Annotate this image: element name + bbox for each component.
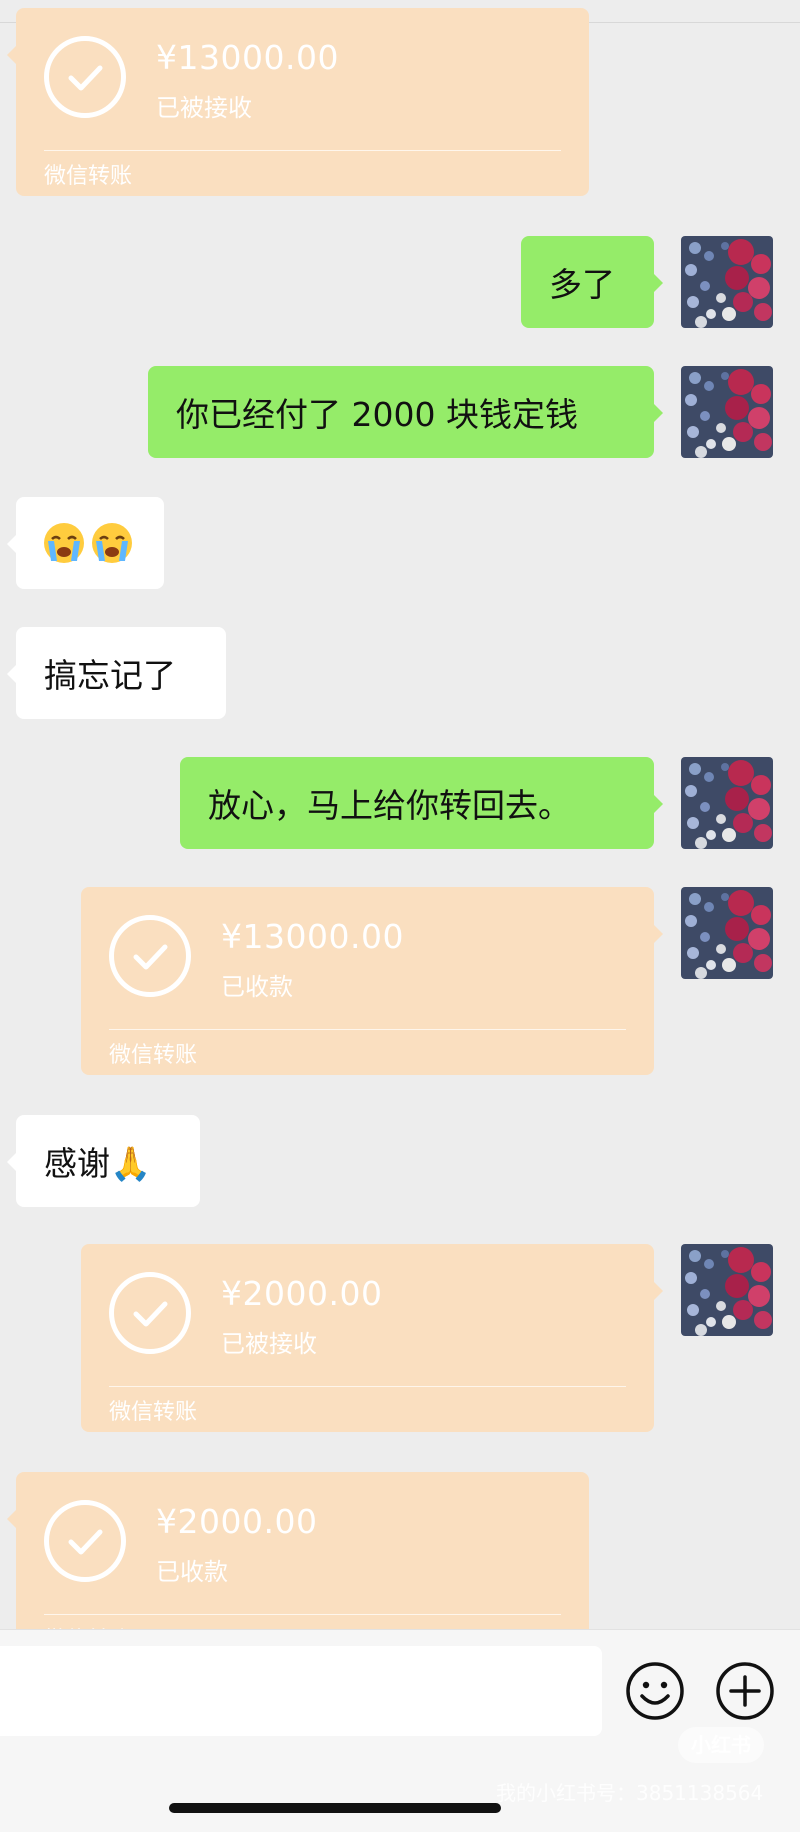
transfer-divider: [109, 1029, 626, 1030]
plus-circle-icon[interactable]: [714, 1660, 776, 1722]
transfer-brand: 微信转账: [109, 1043, 198, 1068]
transfer-card-received[interactable]: ¥2000.00 已被接收 微信转账: [81, 1244, 663, 1432]
check-circle-icon: [109, 1272, 191, 1354]
message-text: 搞忘记了: [44, 656, 176, 695]
message-text: 你已经付了 2000 块钱定钱: [176, 395, 578, 434]
avatar[interactable]: [681, 887, 773, 979]
watermark-badge: 小红书: [678, 1727, 764, 1763]
message-text: 多了: [549, 265, 615, 304]
transfer-brand: 微信转账: [44, 164, 133, 189]
message-bubble-outgoing[interactable]: 你已经付了 2000 块钱定钱: [148, 366, 663, 458]
loudly-crying-face-icon: [92, 523, 132, 563]
transfer-amount: ¥2000.00: [221, 1274, 383, 1313]
transfer-divider: [44, 1614, 561, 1615]
transfer-divider: [109, 1386, 626, 1387]
message-input[interactable]: [0, 1646, 602, 1736]
message-text: 感谢🙏: [44, 1144, 152, 1183]
avatar[interactable]: [681, 236, 773, 328]
transfer-amount: ¥2000.00: [156, 1502, 318, 1541]
transfer-amount: ¥13000.00: [156, 38, 339, 77]
transfer-status: 已被接收: [156, 94, 252, 122]
message-text: 放心，马上给你转回去。: [208, 786, 571, 825]
transfer-brand: 微信转账: [109, 1400, 198, 1425]
avatar[interactable]: [681, 1244, 773, 1336]
smiley-face-icon[interactable]: [624, 1660, 686, 1722]
loudly-crying-face-icon: [44, 523, 84, 563]
transfer-status: 已被接收: [221, 1330, 317, 1358]
transfer-amount: ¥13000.00: [221, 917, 404, 956]
transfer-status: 已收款: [156, 1558, 228, 1586]
home-indicator[interactable]: [169, 1803, 501, 1813]
avatar[interactable]: [681, 757, 773, 849]
check-circle-icon: [44, 36, 126, 118]
message-bubble-outgoing[interactable]: 多了: [521, 236, 663, 328]
message-bubble-incoming[interactable]: 搞忘记了: [7, 627, 226, 719]
watermark-id: 我的小红书号：3851138564: [496, 1781, 764, 1805]
transfer-card-received[interactable]: ¥13000.00 已被接收 微信转账: [7, 8, 589, 196]
check-circle-icon: [109, 915, 191, 997]
message-bubble-incoming[interactable]: [7, 497, 164, 589]
transfer-divider: [44, 150, 561, 151]
transfer-status: 已收款: [221, 973, 293, 1001]
transfer-card-collected[interactable]: ¥13000.00 已收款 微信转账: [81, 887, 663, 1075]
avatar[interactable]: [681, 366, 773, 458]
message-bubble-incoming[interactable]: 感谢🙏: [7, 1115, 200, 1207]
message-bubble-outgoing[interactable]: 放心，马上给你转回去。: [180, 757, 663, 849]
check-circle-icon: [44, 1500, 126, 1582]
